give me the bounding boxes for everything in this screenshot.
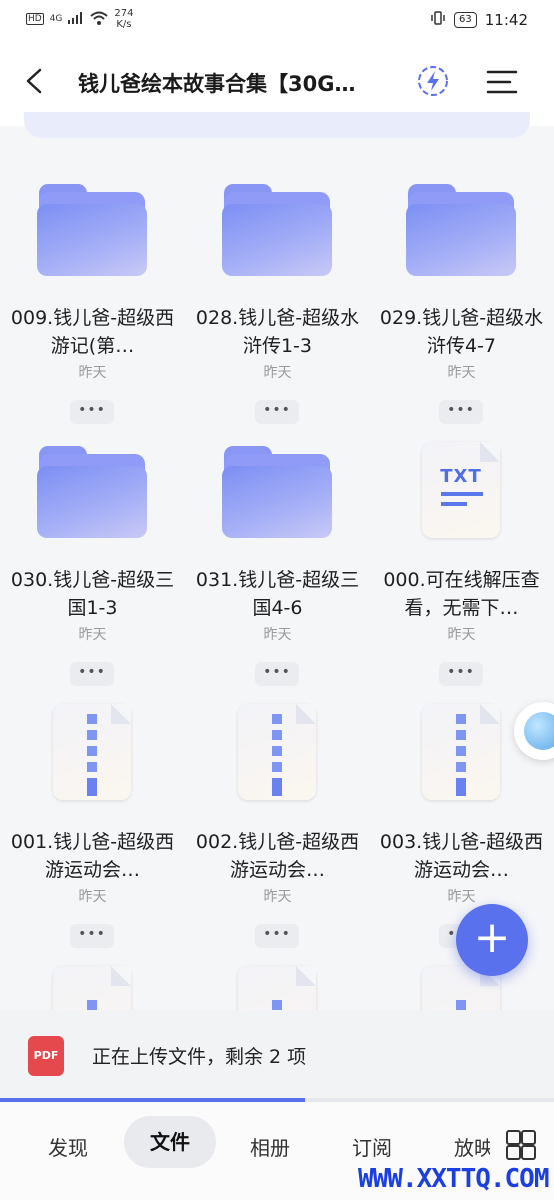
zip-file-icon — [37, 704, 149, 800]
file-name: 030.钱儿爸-超级三国1-3 — [10, 569, 175, 619]
upload-status-text: 正在上传文件，剩余 2 项 — [92, 1046, 307, 1068]
tab-album[interactable]: 相册 — [250, 1132, 290, 1161]
status-bar: HD 4G 274 K/s 63 11:42 — [0, 0, 554, 40]
file-name: 003.钱儿爸-超级西游运动会… — [379, 831, 544, 881]
file-date: 昨天 — [447, 365, 476, 381]
bottom-nav: 发现 文件 相册 订阅 放映 WWW.XXTTQ.COM — [0, 1102, 554, 1200]
more-options-button[interactable]: ••• — [70, 400, 114, 424]
file-date: 昨天 — [263, 889, 292, 905]
pdf-file-icon: PDF — [28, 1036, 64, 1076]
file-date: 昨天 — [78, 889, 107, 905]
file-name: 001.钱儿爸-超级西游运动会… — [10, 831, 175, 881]
folder-icon — [406, 180, 518, 276]
folder-icon — [37, 180, 149, 276]
file-item[interactable]: 002.钱儿爸-超级西游运动会… 昨天 ••• — [185, 704, 370, 966]
more-options-button[interactable]: ••• — [255, 662, 299, 686]
file-item[interactable]: 001.钱儿爸-超级西游运动会… 昨天 ••• — [0, 704, 185, 966]
more-options-button[interactable]: ••• — [70, 662, 114, 686]
menu-icon[interactable] — [486, 68, 518, 96]
tab-discover[interactable]: 发现 — [48, 1132, 88, 1161]
folder-icon — [37, 442, 149, 538]
file-item[interactable]: 009.钱儿爸-超级西游记(第… 昨天 ••• — [0, 180, 185, 442]
watermark: WWW.XXTTQ.COM — [358, 1164, 549, 1194]
file-name: 028.钱儿爸-超级水浒传1-3 — [195, 307, 360, 357]
file-date: 昨天 — [447, 889, 476, 905]
file-date: 昨天 — [447, 627, 476, 643]
header: 钱儿爸绘本故事合集【30G… — [0, 40, 554, 138]
file-name: 031.钱儿爸-超级三国4-6 — [195, 569, 360, 619]
vibrate-icon — [430, 10, 446, 30]
speed-boost-icon[interactable] — [416, 64, 450, 98]
clock: 11:42 — [484, 11, 528, 29]
network-speed: 274 K/s — [114, 8, 134, 30]
file-date: 昨天 — [78, 365, 107, 381]
file-item[interactable]: 031.钱儿爸-超级三国4-6 昨天 ••• — [185, 442, 370, 704]
network-type: 4G — [49, 14, 63, 24]
assistant-icon — [524, 712, 554, 750]
add-button[interactable]: + — [456, 904, 528, 976]
file-item[interactable]: 029.钱儿爸-超级水浒传4-7 昨天 ••• — [369, 180, 554, 442]
wifi-icon — [90, 11, 109, 28]
file-grid: 009.钱儿爸-超级西游记(第… 昨天 ••• 028.钱儿爸-超级水浒传1-3… — [0, 170, 554, 1030]
file-date: 昨天 — [263, 365, 292, 381]
file-item[interactable]: 030.钱儿爸-超级三国1-3 昨天 ••• — [0, 442, 185, 704]
more-options-button[interactable]: ••• — [255, 400, 299, 424]
txt-file-icon: TXT — [406, 442, 518, 538]
signal-icon — [68, 11, 84, 27]
zip-file-icon — [406, 704, 518, 800]
upload-status-bar[interactable]: PDF 正在上传文件，剩余 2 项 — [0, 1010, 554, 1102]
file-name: 002.钱儿爸-超级西游运动会… — [195, 831, 360, 881]
more-options-button[interactable]: ••• — [255, 924, 299, 948]
back-arrow-icon[interactable] — [22, 66, 50, 96]
file-name: 000.可在线解压查看，无需下… — [383, 569, 540, 619]
tab-player[interactable]: 放映 — [454, 1132, 490, 1161]
file-name: 029.钱儿爸-超级水浒传4-7 — [379, 307, 544, 357]
file-date: 昨天 — [263, 627, 292, 643]
tab-subscribe[interactable]: 订阅 — [352, 1132, 392, 1161]
battery-icon: 63 — [454, 12, 477, 28]
folder-icon — [222, 442, 334, 538]
file-date: 昨天 — [78, 627, 107, 643]
page-title: 钱儿爸绘本故事合集【30G… — [78, 72, 356, 96]
file-name: 009.钱儿爸-超级西游记(第… — [10, 307, 175, 357]
file-item[interactable]: TXT 000.可在线解压查看，无需下… 昨天 ••• — [369, 442, 554, 704]
file-item[interactable]: 028.钱儿爸-超级水浒传1-3 昨天 ••• — [185, 180, 370, 442]
folder-icon — [222, 180, 334, 276]
more-options-button[interactable]: ••• — [439, 662, 483, 686]
banner-strip — [24, 112, 530, 138]
more-options-button[interactable]: ••• — [70, 924, 114, 948]
hd-icon: HD — [26, 13, 44, 25]
more-options-button[interactable]: ••• — [439, 400, 483, 424]
zip-file-icon — [222, 704, 334, 800]
tab-files[interactable]: 文件 — [124, 1116, 216, 1168]
grid-view-icon[interactable] — [506, 1130, 536, 1160]
